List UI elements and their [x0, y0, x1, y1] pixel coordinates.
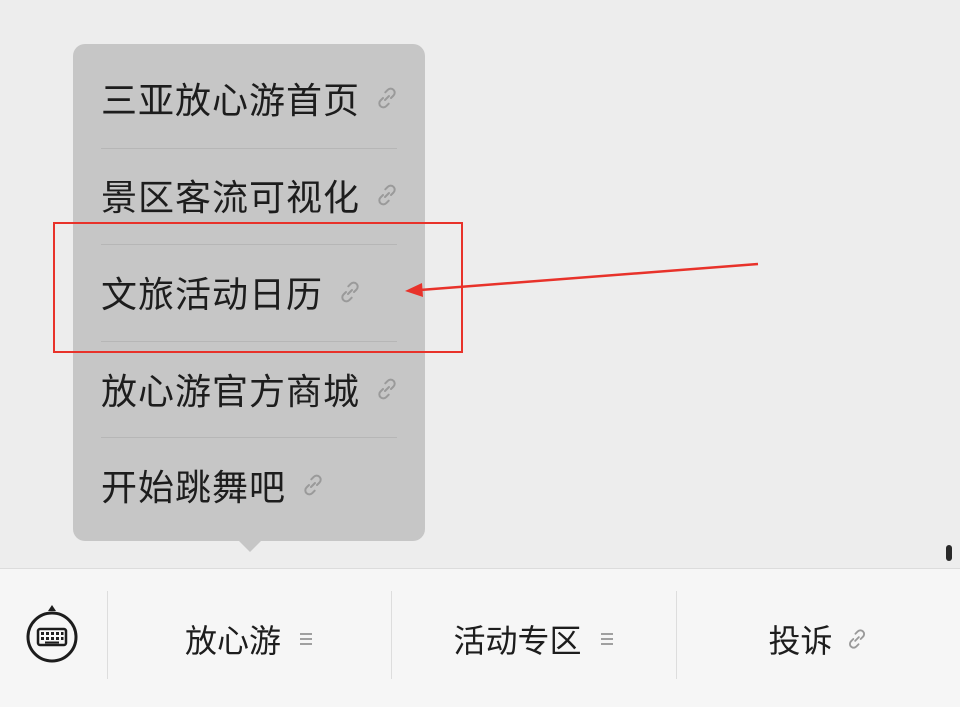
- tab-event-zone[interactable]: 活动专区: [392, 569, 675, 707]
- tab-label: 活动专区: [453, 621, 582, 660]
- scrollbar-thumb[interactable]: [946, 545, 952, 561]
- tab-fangxinyou[interactable]: 放心游: [108, 569, 390, 707]
- tab-label: 放心游: [184, 621, 281, 660]
- bottom-menu-bar: 放心游 活动专区 投诉: [0, 568, 960, 707]
- link-icon: [845, 627, 869, 651]
- keyboard-icon: [24, 605, 80, 669]
- menu-lines-icon: [600, 631, 614, 647]
- keyboard-toggle-button[interactable]: [24, 605, 80, 665]
- tab-label: 投诉: [768, 621, 833, 660]
- page: 三亚放心游首页 景区客流可视化 文旅活动日历 放心游官方商城 开始跳舞吧 放心游…: [0, 0, 960, 707]
- tab-complaint[interactable]: 投诉: [677, 569, 960, 707]
- menu-lines-icon: [299, 631, 313, 647]
